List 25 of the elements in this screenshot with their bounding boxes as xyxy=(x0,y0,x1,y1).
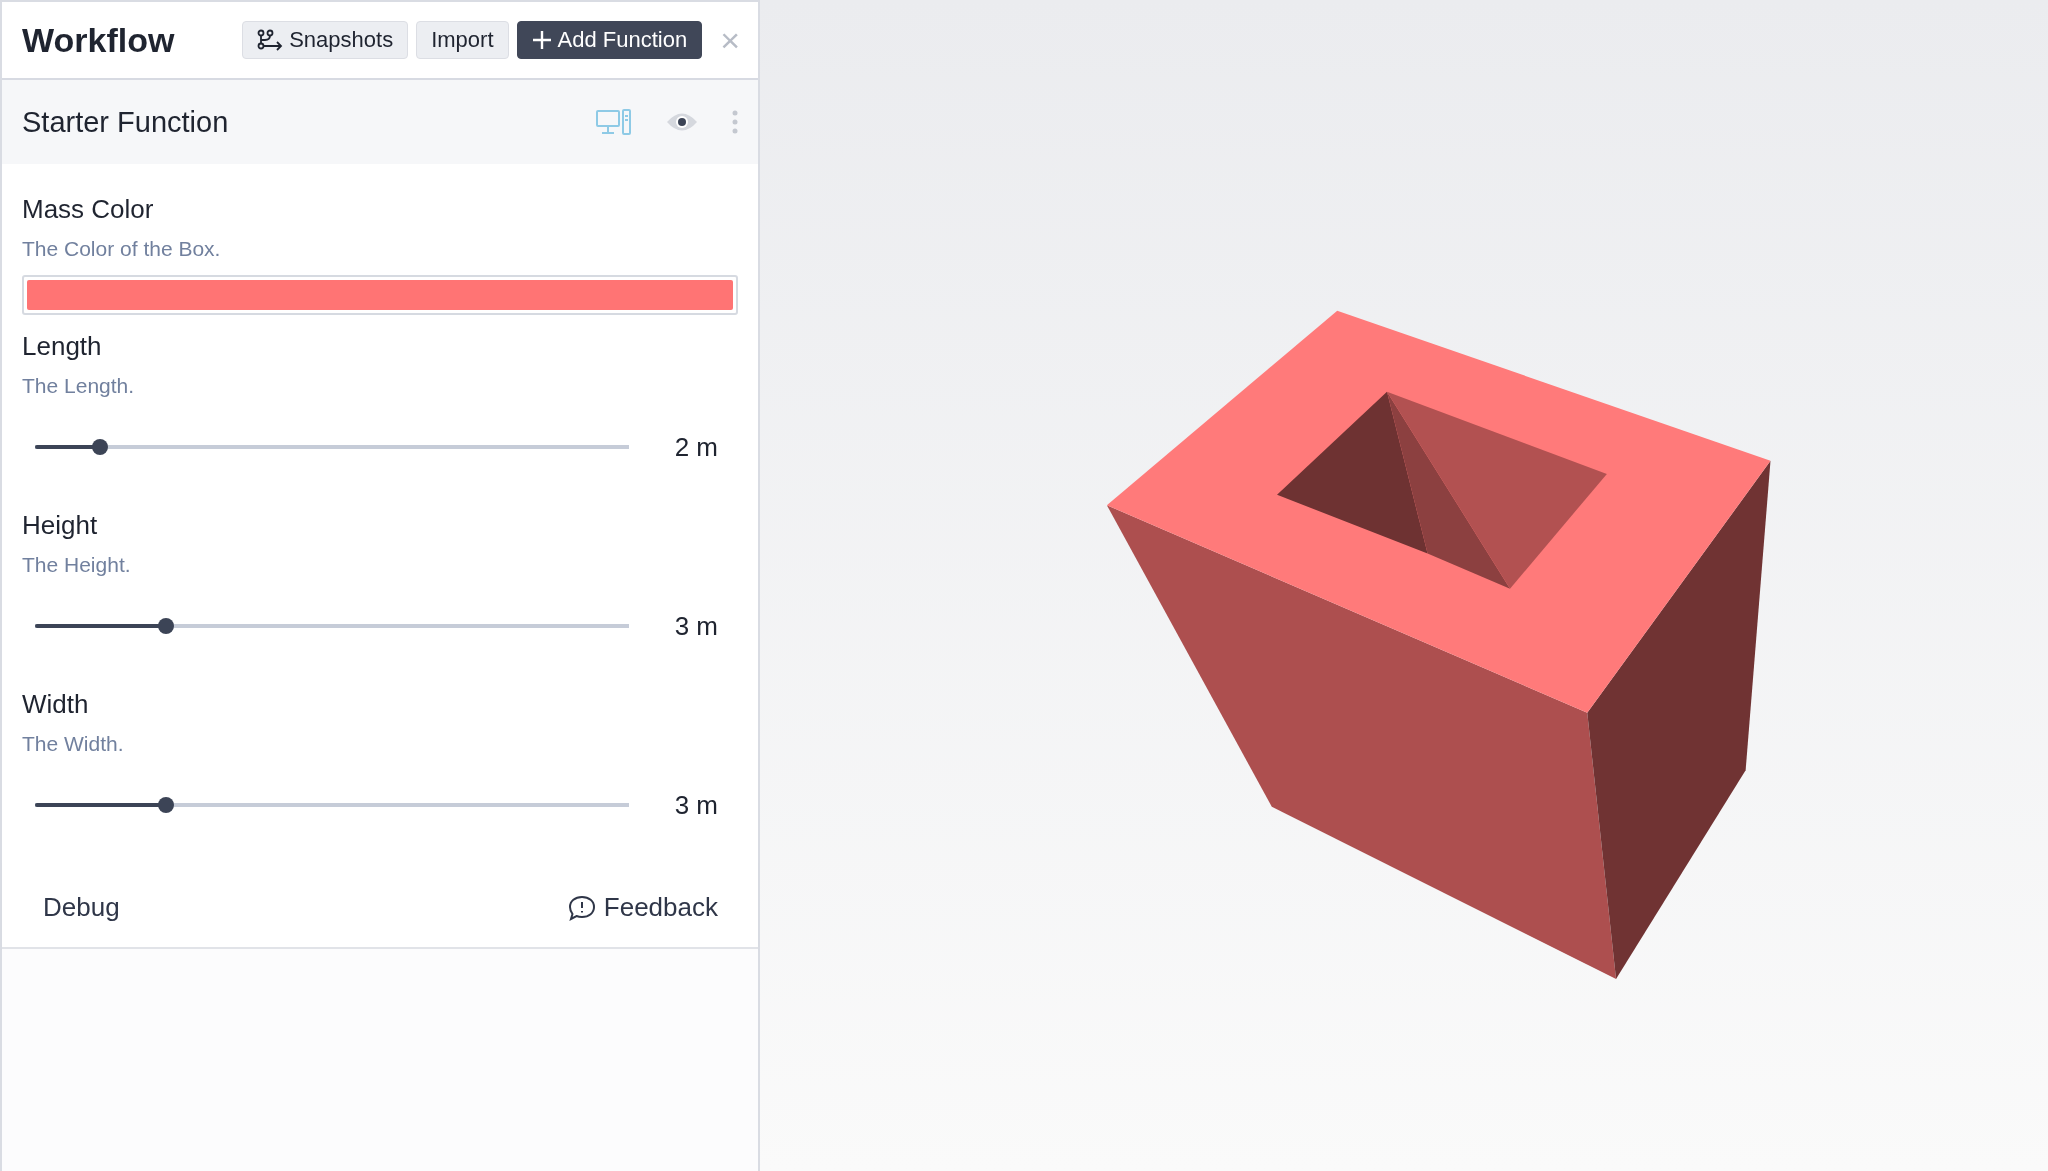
add-function-button[interactable]: Add Function xyxy=(516,21,703,59)
debug-link[interactable]: Debug xyxy=(43,892,120,923)
parameter-description: The Color of the Box. xyxy=(22,237,222,261)
import-button[interactable]: Import xyxy=(416,21,509,59)
slider-thumb[interactable] xyxy=(157,618,174,634)
parameter-description: The Height. xyxy=(22,553,132,577)
parameter-description: The Length. xyxy=(22,374,136,398)
slider-value: 2 m xyxy=(674,431,718,463)
parameter-label: Mass Color xyxy=(22,194,155,225)
speech-bubble-icon xyxy=(567,894,596,921)
slider-value: 3 m xyxy=(674,789,718,821)
snapshots-button[interactable]: Snapshots xyxy=(242,21,409,59)
slider-thumb[interactable] xyxy=(92,439,109,455)
feedback-button[interactable]: Feedback xyxy=(567,892,718,923)
parameter-label: Length xyxy=(22,331,103,362)
eye-icon[interactable] xyxy=(666,111,698,133)
parameter-label: Height xyxy=(22,510,99,541)
plus-icon xyxy=(531,30,552,50)
parameter-label: Width xyxy=(22,689,90,720)
slider-value: 3 m xyxy=(674,610,718,642)
app-title: Workflow xyxy=(22,20,175,60)
function-title: Starter Function xyxy=(22,105,229,139)
slider-thumb[interactable] xyxy=(157,797,174,813)
parameter-description: The Width. xyxy=(22,732,125,756)
branch-icon xyxy=(257,29,284,51)
